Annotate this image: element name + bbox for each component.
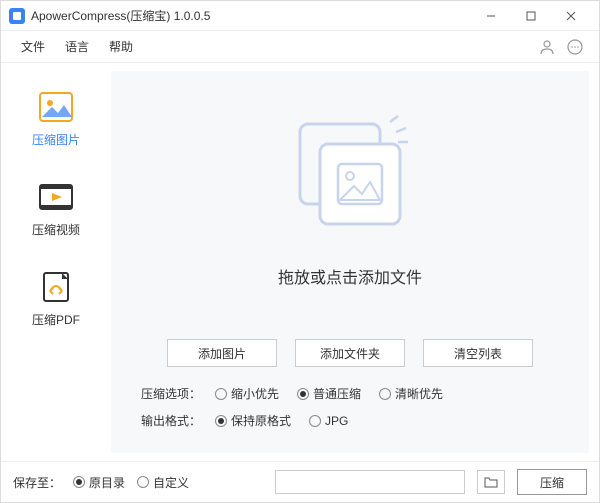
user-icon[interactable] bbox=[533, 33, 561, 61]
sidebar-item-pdf[interactable]: 压缩PDF bbox=[1, 253, 111, 343]
menu-file[interactable]: 文件 bbox=[11, 34, 55, 59]
menu-language[interactable]: 语言 bbox=[55, 34, 99, 59]
dropzone-illustration bbox=[280, 114, 420, 244]
radio-label: 自定义 bbox=[153, 474, 189, 491]
dropzone-text: 拖放或点击添加文件 bbox=[278, 264, 422, 288]
image-compress-icon bbox=[36, 89, 76, 125]
radio-keep-format[interactable]: 保持原格式 bbox=[215, 412, 291, 429]
compress-option-row: 压缩选项： 缩小优先 普通压缩 清晰优先 bbox=[141, 385, 559, 402]
radio-icon bbox=[215, 415, 227, 427]
dropzone[interactable]: 拖放或点击添加文件 bbox=[111, 71, 589, 331]
add-folder-button[interactable]: 添加文件夹 bbox=[295, 339, 405, 367]
radio-jpg-format[interactable]: JPG bbox=[309, 414, 348, 428]
sidebar-item-image[interactable]: 压缩图片 bbox=[1, 73, 111, 163]
format-option-row: 输出格式： 保持原格式 JPG bbox=[141, 412, 559, 429]
content: 压缩图片 压缩视频 压缩PDF bbox=[1, 63, 599, 461]
video-compress-icon bbox=[36, 179, 76, 215]
radio-icon bbox=[137, 476, 149, 488]
sidebar: 压缩图片 压缩视频 压缩PDF bbox=[1, 63, 111, 461]
maximize-button[interactable] bbox=[511, 2, 551, 30]
radio-label: 清晰优先 bbox=[395, 385, 443, 402]
radio-label: 原目录 bbox=[89, 474, 125, 491]
radio-label: 保持原格式 bbox=[231, 412, 291, 429]
main-panel: 拖放或点击添加文件 添加图片 添加文件夹 清空列表 压缩选项： 缩小优先 普通压… bbox=[111, 71, 589, 453]
footer: 保存至： 原目录 自定义 压缩 bbox=[1, 461, 599, 502]
compress-option-label: 压缩选项： bbox=[141, 385, 201, 402]
radio-normal-compress[interactable]: 普通压缩 bbox=[297, 385, 361, 402]
radio-label: 普通压缩 bbox=[313, 385, 361, 402]
radio-smaller-priority[interactable]: 缩小优先 bbox=[215, 385, 279, 402]
pdf-compress-icon bbox=[36, 269, 76, 305]
save-to-label: 保存至： bbox=[13, 474, 61, 491]
radio-label: JPG bbox=[325, 414, 348, 428]
menu-help[interactable]: 帮助 bbox=[99, 34, 143, 59]
sidebar-label-video: 压缩视频 bbox=[32, 221, 80, 238]
radio-icon bbox=[379, 388, 391, 400]
options-panel: 压缩选项： 缩小优先 普通压缩 清晰优先 bbox=[111, 375, 589, 453]
sidebar-label-pdf: 压缩PDF bbox=[32, 311, 80, 328]
format-option-label: 输出格式： bbox=[141, 412, 201, 429]
browse-folder-button[interactable] bbox=[477, 470, 505, 494]
feedback-icon[interactable] bbox=[561, 33, 589, 61]
radio-icon bbox=[215, 388, 227, 400]
output-path-input[interactable] bbox=[275, 470, 465, 494]
app-icon bbox=[9, 8, 25, 24]
radio-original-dir[interactable]: 原目录 bbox=[73, 474, 125, 491]
clear-list-button[interactable]: 清空列表 bbox=[423, 339, 533, 367]
compress-button[interactable]: 压缩 bbox=[517, 469, 587, 495]
menubar: 文件 语言 帮助 bbox=[1, 31, 599, 63]
add-image-button[interactable]: 添加图片 bbox=[167, 339, 277, 367]
radio-label: 缩小优先 bbox=[231, 385, 279, 402]
radio-icon bbox=[297, 388, 309, 400]
radio-clear-priority[interactable]: 清晰优先 bbox=[379, 385, 443, 402]
radio-custom-dir[interactable]: 自定义 bbox=[137, 474, 189, 491]
sidebar-label-image: 压缩图片 bbox=[32, 131, 80, 148]
titlebar: ApowerCompress(压缩宝) 1.0.0.5 bbox=[1, 1, 599, 31]
radio-icon bbox=[73, 476, 85, 488]
minimize-button[interactable] bbox=[471, 2, 511, 30]
sidebar-item-video[interactable]: 压缩视频 bbox=[1, 163, 111, 253]
folder-icon bbox=[484, 476, 498, 488]
close-button[interactable] bbox=[551, 2, 591, 30]
action-row: 添加图片 添加文件夹 清空列表 bbox=[111, 331, 589, 375]
radio-icon bbox=[309, 415, 321, 427]
app-title: ApowerCompress(压缩宝) 1.0.0.5 bbox=[31, 7, 210, 24]
